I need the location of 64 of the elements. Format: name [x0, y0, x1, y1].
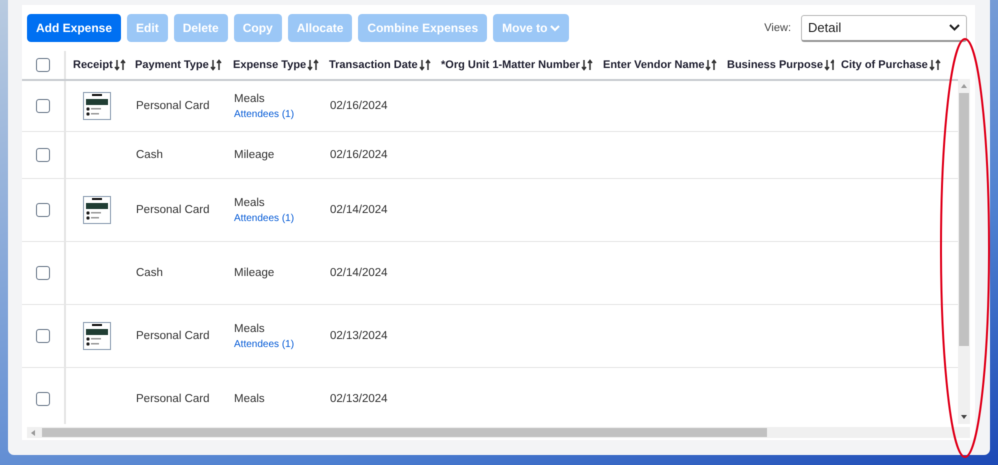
chevron-down-icon [949, 24, 960, 31]
expense-type: Meals [234, 322, 265, 334]
expense-type: Meals [234, 196, 265, 208]
receipt-thumbnail[interactable] [83, 92, 111, 120]
sort-icon[interactable] [928, 59, 941, 71]
scroll-up-icon[interactable] [960, 83, 968, 89]
vertical-scrollbar[interactable] [958, 79, 970, 424]
scroll-down-icon[interactable] [960, 414, 968, 420]
row-checkbox[interactable] [36, 148, 50, 162]
table-row[interactable]: Personal Card Meals Attendees (1) 02/14/2024 [22, 179, 958, 242]
toolbar-button[interactable]: Add Expense [27, 14, 122, 42]
payment-type: Personal Card [136, 393, 210, 405]
sort-icon[interactable] [114, 59, 126, 71]
sort-icon[interactable] [705, 59, 718, 71]
select-all-checkbox[interactable] [36, 58, 50, 72]
row-checkbox[interactable] [36, 203, 50, 217]
column-header[interactable]: Expense Type [233, 59, 306, 71]
view-label: View: [764, 22, 791, 34]
attendees-link[interactable]: Attendees (1) [234, 108, 294, 120]
transaction-date: 02/13/2024 [330, 393, 388, 405]
transaction-date: 02/13/2024 [330, 330, 388, 342]
expense-type: Meals [234, 393, 265, 405]
view-dropdown[interactable]: Detail [801, 14, 967, 42]
table-row[interactable]: Cash Mileage 02/14/2024 [22, 242, 958, 305]
transaction-date: 02/14/2024 [330, 267, 388, 279]
scrollbar-thumb[interactable] [42, 428, 767, 437]
scroll-left-icon[interactable] [30, 428, 36, 436]
receipt-thumbnail[interactable] [83, 322, 111, 350]
payment-type: Cash [136, 267, 163, 279]
column-header[interactable]: Receipt [73, 59, 113, 71]
column-header[interactable]: Transaction Date [329, 59, 418, 71]
column-header[interactable]: Payment Type [135, 59, 209, 71]
transaction-date: 02/14/2024 [330, 204, 388, 216]
table-row[interactable]: Personal Card Meals Attendees (1) 02/13/2024 [22, 305, 958, 368]
column-header[interactable]: *Org Unit 1-Matter Number [441, 59, 580, 71]
sort-icon[interactable] [580, 59, 593, 71]
table-row[interactable]: Cash Mileage 02/16/2024 [22, 132, 958, 179]
payment-type: Personal Card [136, 100, 210, 112]
row-checkbox[interactable] [36, 329, 50, 343]
payment-type: Cash [136, 149, 163, 161]
transaction-date: 02/16/2024 [330, 149, 388, 161]
sort-icon[interactable] [824, 59, 834, 71]
caret-icon [550, 24, 560, 32]
expense-type: Meals [234, 92, 265, 104]
receipt-thumbnail[interactable] [83, 196, 111, 224]
attendees-link[interactable]: Attendees (1) [234, 338, 294, 350]
scrollbar-thumb[interactable] [959, 93, 969, 346]
table-row[interactable]: Personal Card Meals Attendees (1) 02/16/2024 [22, 81, 958, 132]
payment-type: Personal Card [136, 204, 210, 216]
column-header[interactable]: Business Purpose [727, 59, 823, 71]
column-header[interactable]: Enter Vendor Name [603, 59, 704, 71]
sort-icon[interactable] [307, 59, 320, 71]
sort-icon[interactable] [418, 59, 431, 71]
expense-type: Mileage [234, 267, 274, 279]
sort-icon[interactable] [210, 59, 222, 71]
attendees-link[interactable]: Attendees (1) [234, 212, 294, 224]
transaction-date: 02/16/2024 [330, 100, 388, 112]
row-checkbox[interactable] [36, 99, 50, 113]
expense-type: Mileage [234, 149, 274, 161]
row-checkbox[interactable] [36, 392, 50, 406]
column-header[interactable]: City of Purchase [841, 59, 928, 71]
row-checkbox[interactable] [36, 266, 50, 280]
horizontal-scrollbar[interactable] [27, 427, 970, 438]
payment-type: Personal Card [136, 330, 210, 342]
